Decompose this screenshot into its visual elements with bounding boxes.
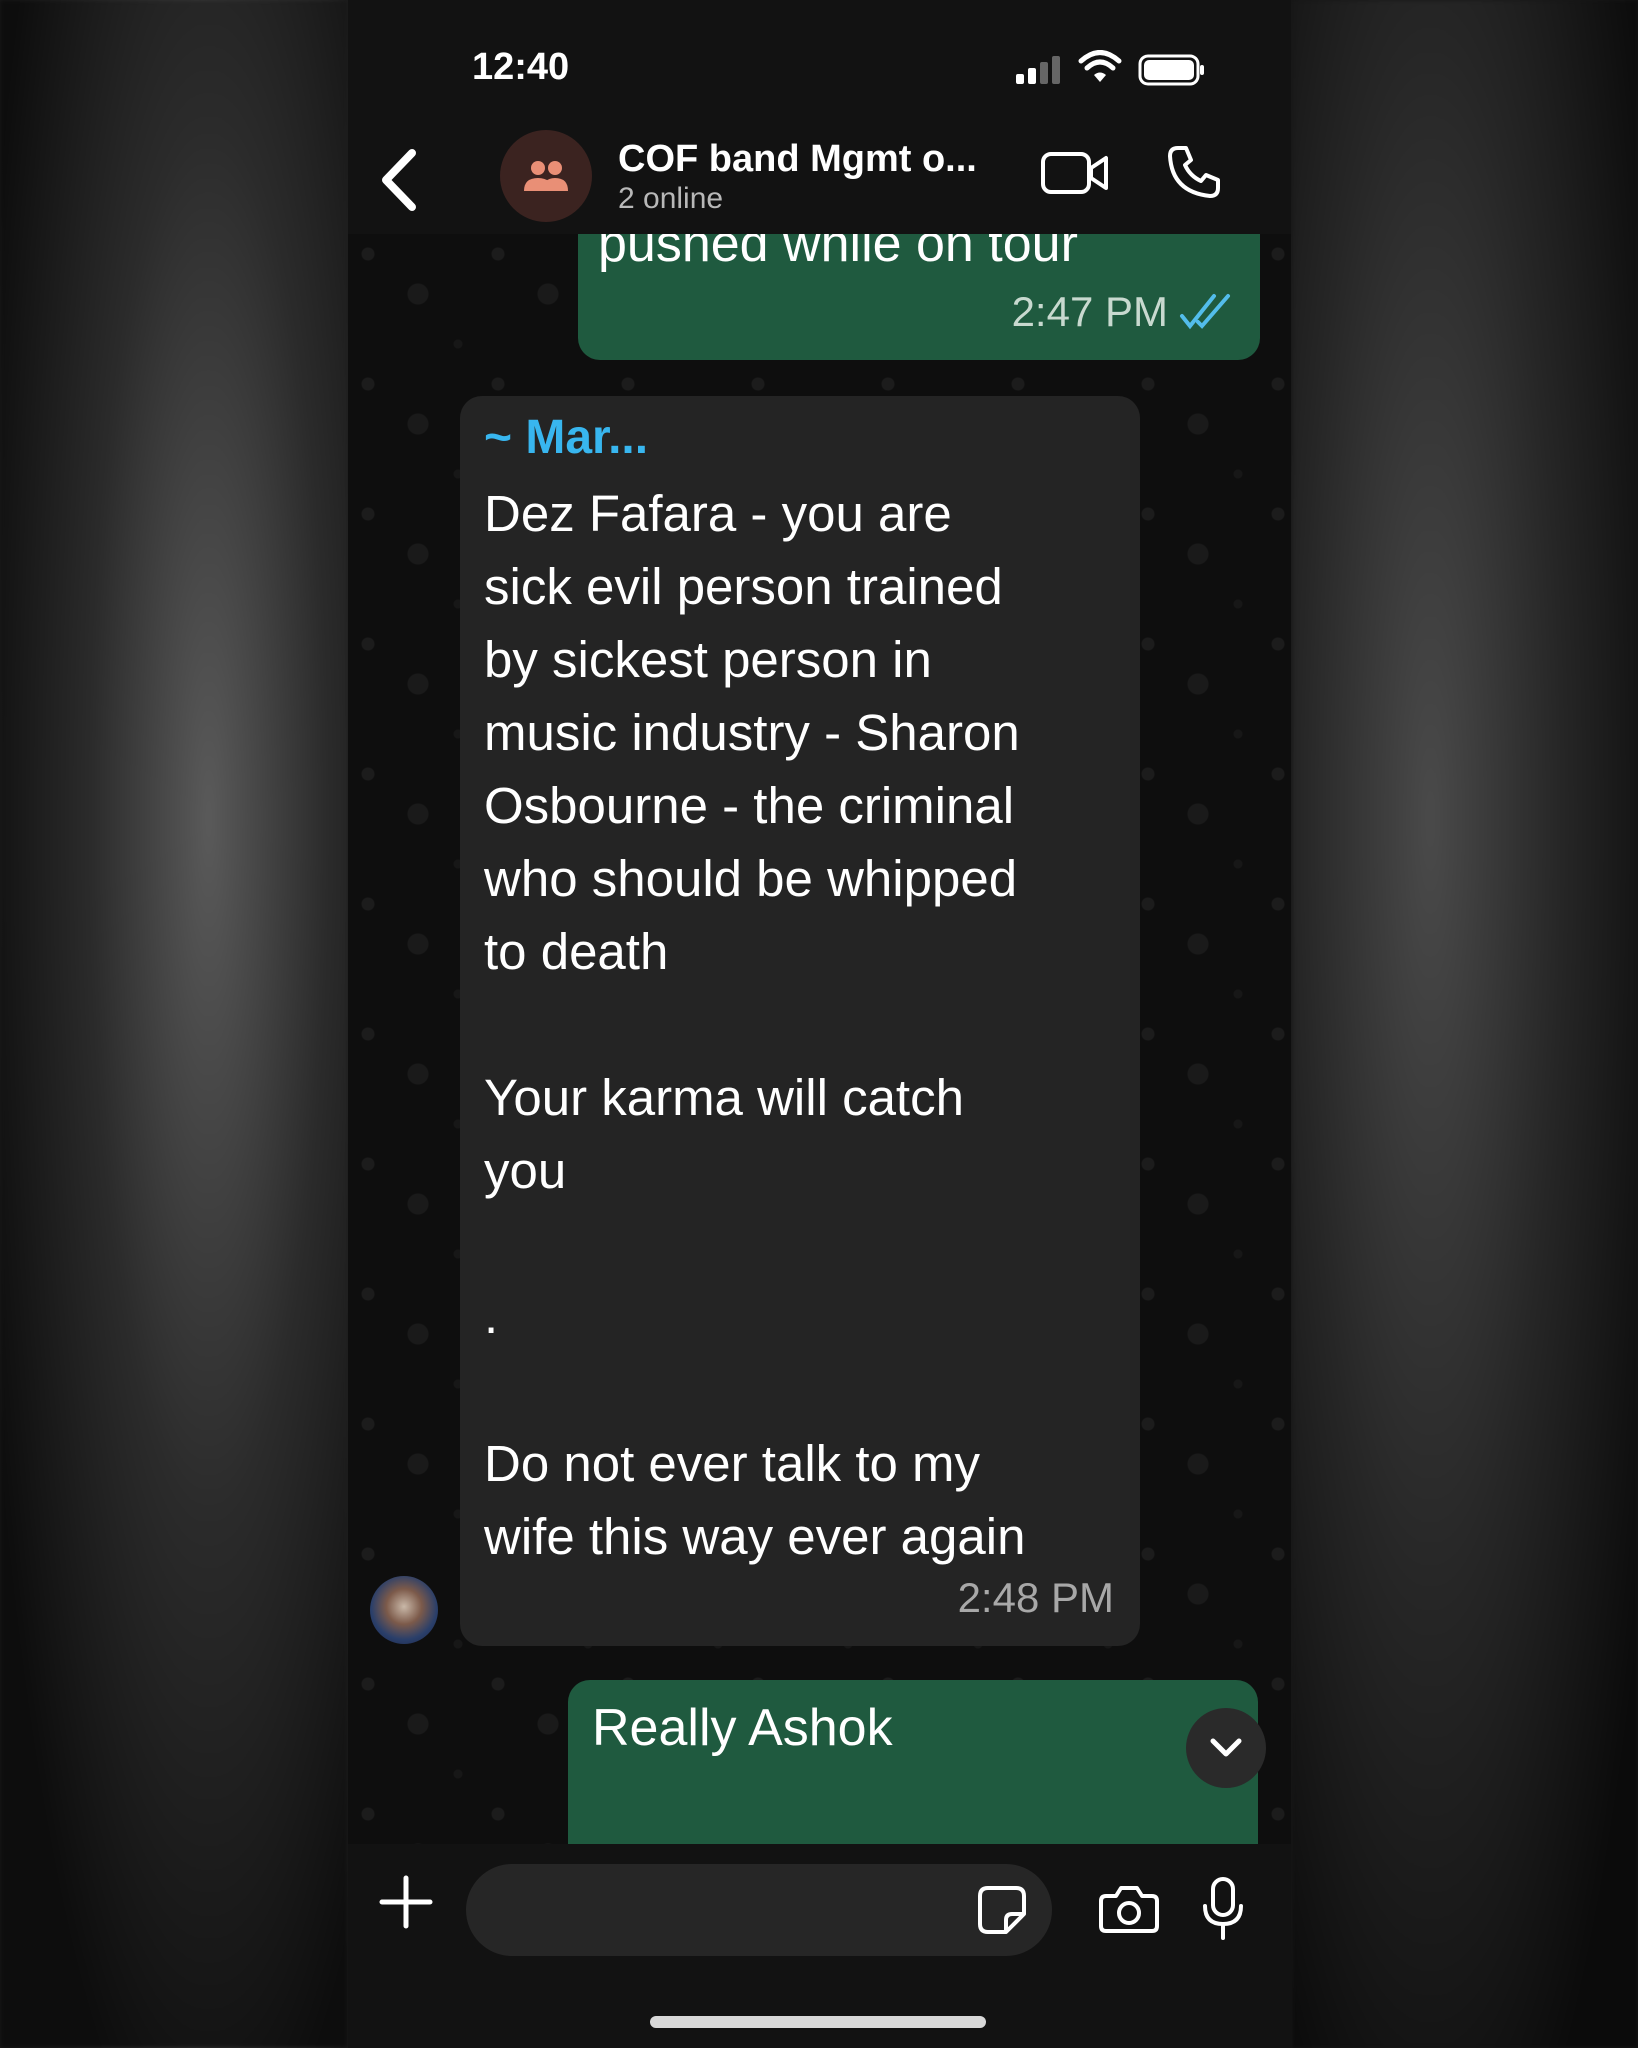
message-line: Osbourne - the criminal — [484, 777, 1015, 834]
message-line: who should be whipped — [484, 850, 1018, 907]
chat-header: COF band Mgmt o... 2 online — [348, 130, 1291, 234]
blurred-background-right — [1292, 0, 1638, 2048]
home-indicator — [650, 2016, 986, 2028]
back-button[interactable] — [368, 138, 428, 222]
blurred-background-left — [0, 0, 348, 2048]
group-avatar[interactable] — [500, 130, 592, 222]
message-text: Really Ashok — [592, 1699, 893, 1757]
camera-icon[interactable] — [1098, 1884, 1160, 1934]
compose-bar — [348, 1844, 1291, 2048]
message-meta: 2:47 PM — [1012, 288, 1234, 336]
message-line: you — [484, 1142, 567, 1199]
message-line: by sickest person in — [484, 631, 932, 688]
video-call-icon[interactable] — [1040, 148, 1110, 198]
online-status: 2 online — [618, 182, 724, 215]
sender-avatar[interactable] — [370, 1576, 438, 1644]
phone-call-icon[interactable] — [1164, 142, 1224, 202]
plus-icon[interactable] — [378, 1874, 434, 1930]
sender-name[interactable]: ~ Mar... — [484, 410, 648, 465]
message-line: Do not ever talk to my — [484, 1435, 981, 1492]
message-line: sick evil person trained — [484, 558, 1003, 615]
group-people-icon — [524, 161, 568, 191]
message-list[interactable]: pushed while on tour 2:47 PM ~ Mar... De… — [348, 234, 1291, 1844]
message-time: 2:48 PM — [957, 1574, 1114, 1621]
double-check-read-icon — [1180, 294, 1230, 330]
microphone-icon[interactable] — [1200, 1876, 1246, 1942]
status-time: 12:40 — [472, 46, 570, 88]
battery-icon — [1138, 54, 1204, 86]
message-text: pushed while on tour — [598, 234, 1078, 273]
sticker-icon[interactable] — [976, 1884, 1028, 1936]
outgoing-message-bubble[interactable]: pushed while on tour 2:47 PM — [578, 234, 1260, 360]
phone-screen: 12:40 COF band Mgmt o... 2 online pushed… — [348, 0, 1291, 2048]
chat-title[interactable]: COF band Mgmt o... — [618, 138, 977, 181]
message-line: Your karma will catch — [484, 1069, 964, 1126]
message-line: Dez Fafara - you are — [484, 485, 952, 542]
chevron-left-icon — [382, 149, 416, 211]
wifi-icon — [1078, 50, 1122, 82]
outgoing-message-bubble[interactable]: Really Ashok — [568, 1680, 1258, 1844]
scroll-to-bottom-button[interactable] — [1186, 1708, 1266, 1788]
cellular-signal-icon — [1016, 56, 1060, 84]
message-time: 2:47 PM — [1011, 288, 1168, 335]
status-bar: 12:40 — [348, 0, 1291, 130]
message-line: to death — [484, 923, 669, 980]
message-line: . — [484, 1287, 499, 1344]
chevron-down-icon — [1210, 1738, 1242, 1757]
message-line: music industry - Sharon — [484, 704, 1020, 761]
message-line: wife this way ever again — [484, 1508, 1026, 1565]
message-input[interactable] — [466, 1864, 1052, 1956]
incoming-message-bubble[interactable]: ~ Mar... Dez Fafara - you are sick evil … — [460, 396, 1140, 1646]
